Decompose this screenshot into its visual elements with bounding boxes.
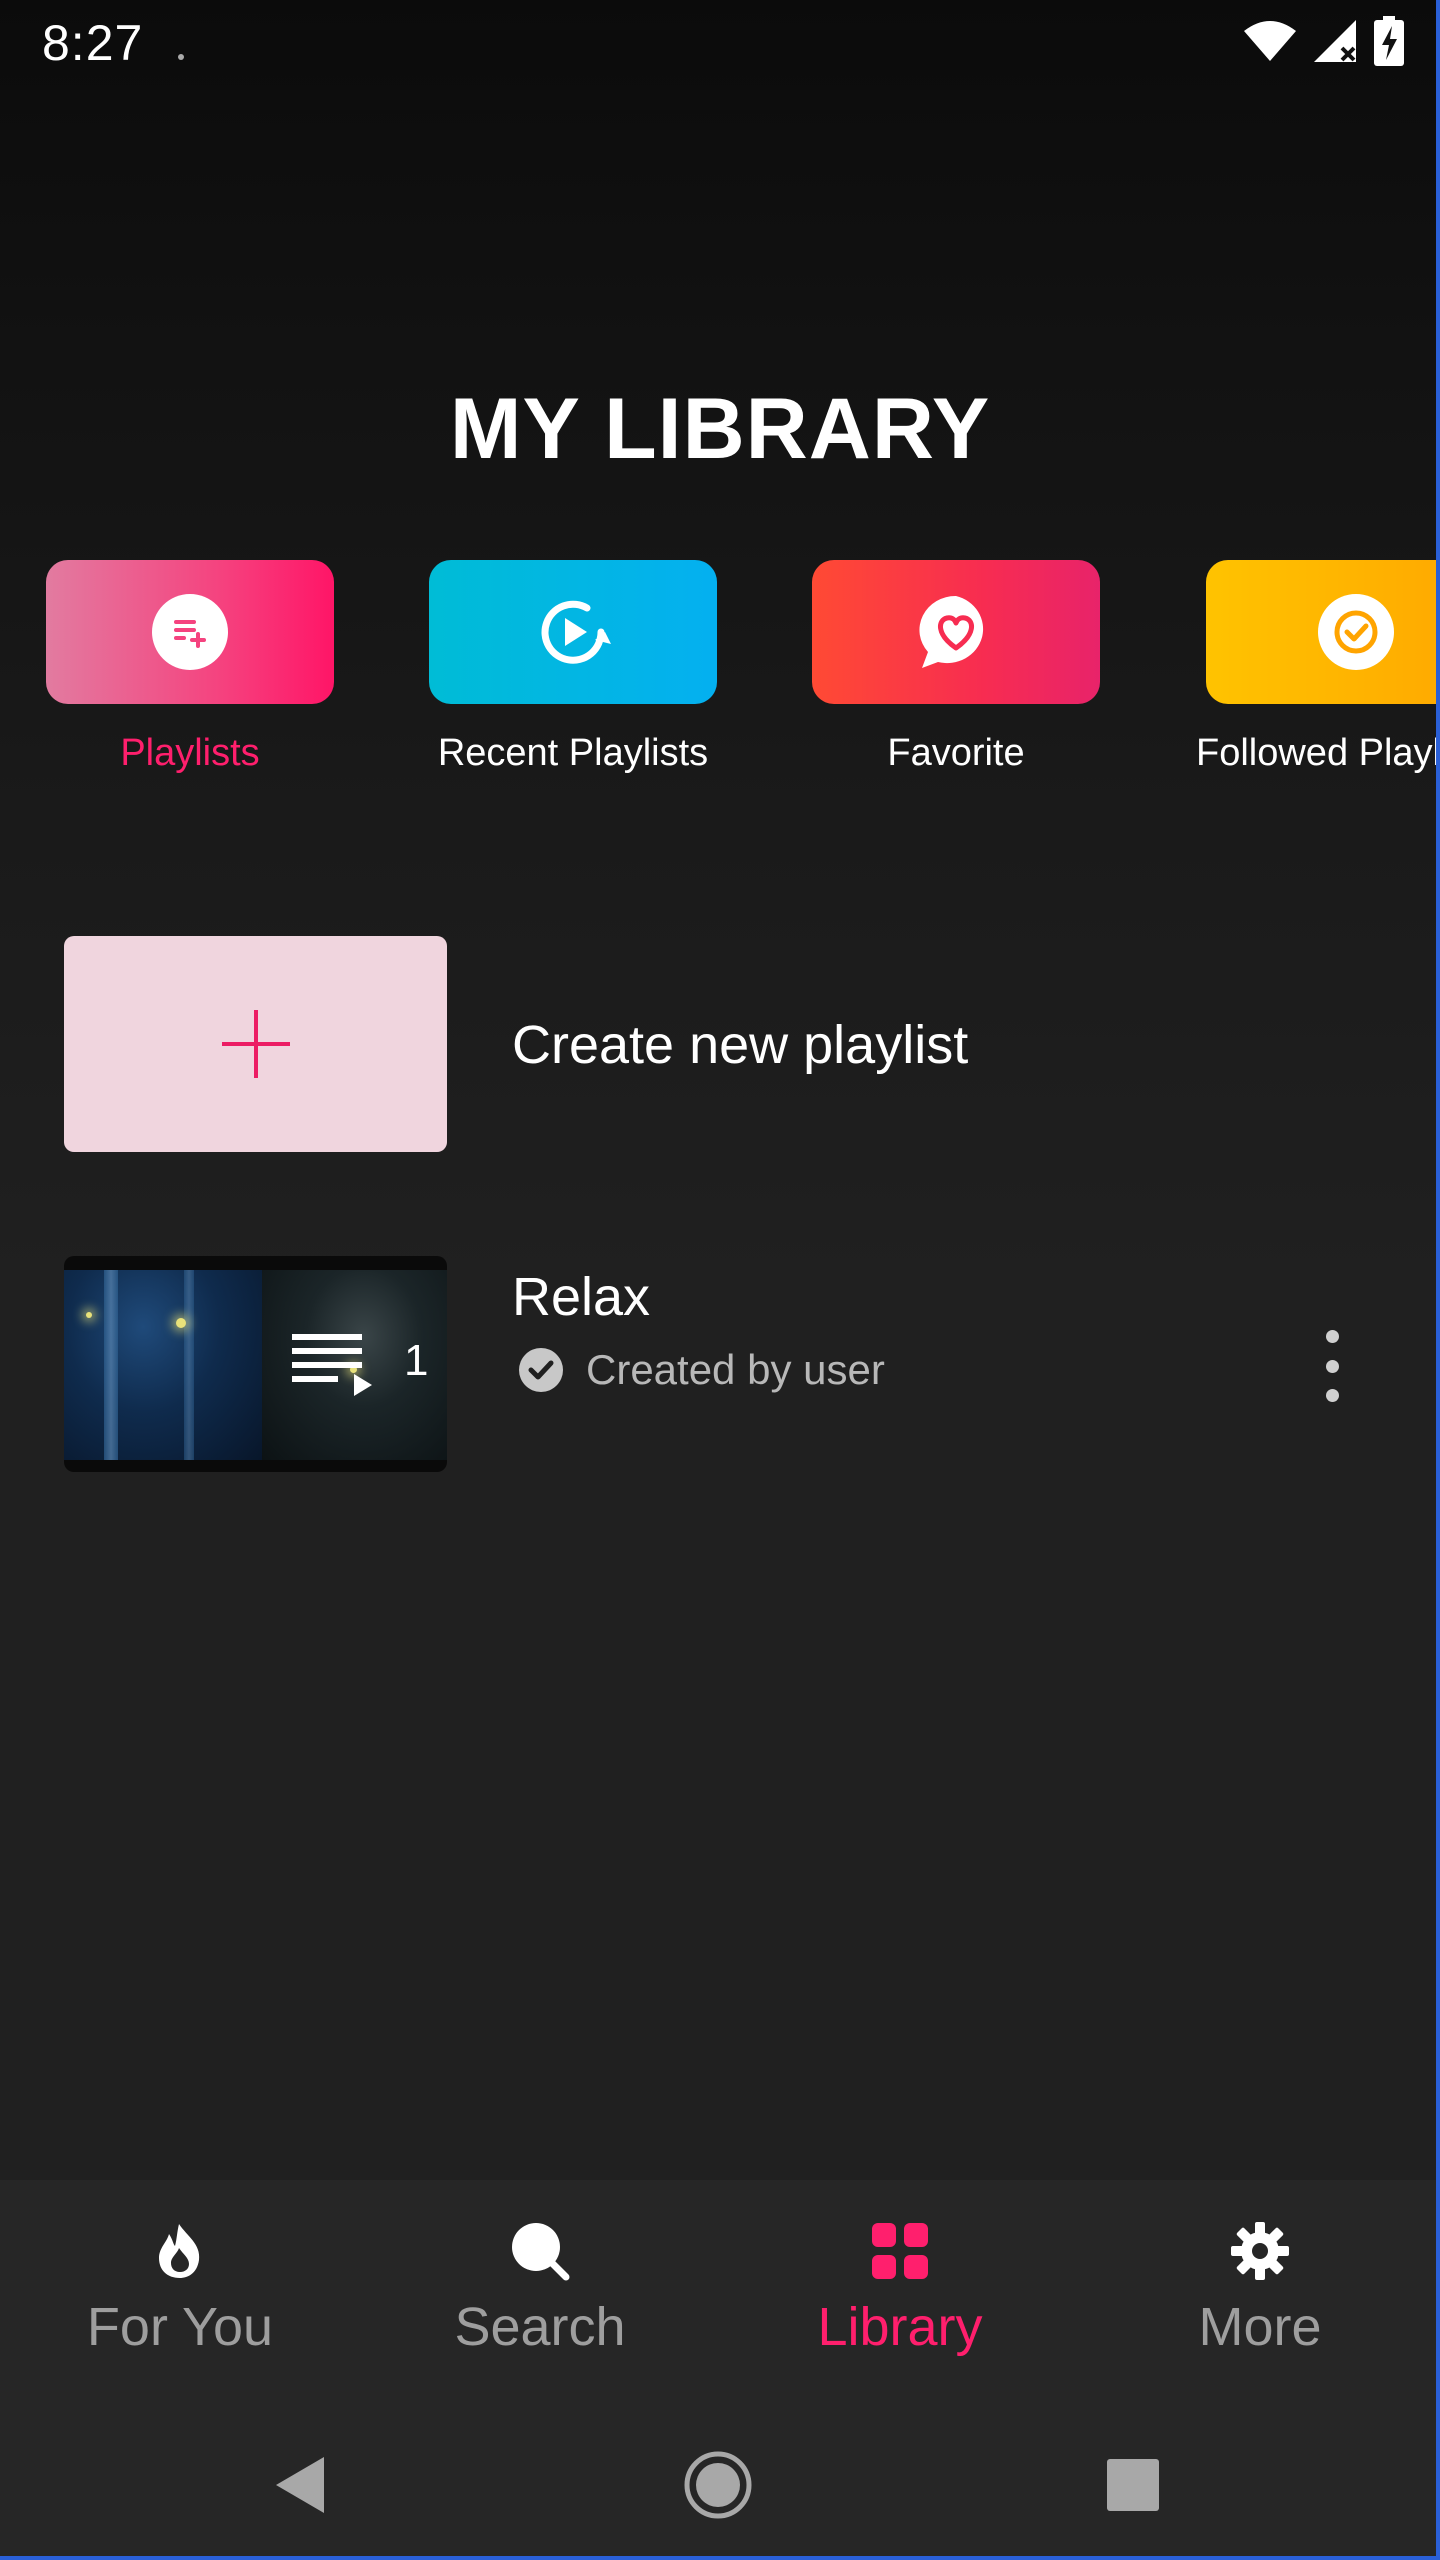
category-label: Favorite [887, 732, 1025, 774]
create-playlist-label: Create new playlist [512, 1015, 969, 1075]
category-label: Followed Playl [1196, 732, 1440, 774]
category-tile[interactable] [812, 560, 1100, 704]
heart-chat-icon [919, 595, 984, 668]
playlist-creator: Created by user [586, 1346, 885, 1393]
category-label: Recent Playlists [437, 732, 709, 774]
system-home-button[interactable] [673, 2440, 763, 2530]
recent-play-icon [541, 600, 611, 664]
create-playlist-thumb[interactable] [64, 936, 447, 1152]
category-playlists[interactable]: Playlists [0, 560, 380, 790]
category-followed-playlists[interactable]: Followed Playl [1160, 560, 1440, 790]
library-categories: Playlists Recent Playlists Favorite Foll… [0, 560, 1440, 790]
library-screen: 8:27 MY LIBRARY Playlists Recent Playlis… [0, 0, 1440, 2560]
playlist-queue-icon [292, 1334, 372, 1396]
nav-for-you[interactable]: For You [0, 2218, 360, 2388]
playlist-add-icon [174, 620, 206, 648]
home-icon [684, 2451, 752, 2519]
playlist-item[interactable]: 1 Relax Created by user [0, 1256, 1440, 1476]
playlist-title: Relax [512, 1267, 651, 1327]
bottom-nav: For You Search Library More [0, 2180, 1440, 2410]
playlist-count: 1 [404, 1336, 429, 1385]
category-recent-playlists[interactable]: Recent Playlists [383, 560, 763, 790]
wifi-icon [1244, 21, 1296, 61]
nav-label: More [1198, 2297, 1322, 2357]
category-favorite[interactable]: Favorite [766, 560, 1146, 790]
system-recents-button[interactable] [1088, 2440, 1178, 2530]
category-tile[interactable] [46, 560, 334, 704]
page-title: MY LIBRARY [449, 381, 991, 477]
recents-icon [1107, 2459, 1159, 2511]
nav-label: Search [454, 2297, 626, 2357]
grid-icon [872, 2223, 928, 2279]
nav-more[interactable]: More [1080, 2218, 1440, 2388]
plus-icon [221, 1010, 290, 1078]
nav-label: For You [86, 2297, 274, 2357]
system-back-button[interactable] [255, 2440, 345, 2530]
more-options-button[interactable] [1312, 1326, 1352, 1406]
back-icon [276, 2457, 324, 2513]
flame-icon [159, 2224, 200, 2278]
playlist-subtitle: Created by user [518, 1346, 885, 1394]
category-tile[interactable] [1206, 560, 1440, 704]
status-icons [1242, 16, 1404, 66]
signal-icon [1314, 20, 1356, 62]
battery-charging-icon [1374, 16, 1404, 66]
nav-label: Library [817, 2297, 983, 2357]
status-bar: 8:27 [0, 0, 1440, 84]
category-tile[interactable] [429, 560, 717, 704]
check-circle-icon [1334, 610, 1378, 654]
window-edge [1436, 0, 1440, 2560]
playlist-thumbnail: 1 [64, 1256, 447, 1472]
status-time: 8:27 [42, 15, 144, 71]
gear-icon [1231, 2222, 1289, 2280]
nav-library[interactable]: Library [720, 2218, 1080, 2388]
search-icon [512, 2223, 570, 2281]
check-circle-icon [519, 1348, 563, 1392]
nav-search[interactable]: Search [360, 2218, 720, 2388]
create-playlist-row[interactable]: Create new playlist [0, 936, 1440, 1156]
notification-dot [178, 54, 184, 60]
category-label: Playlists [120, 732, 260, 774]
system-nav-bar [0, 2410, 1440, 2560]
window-edge [0, 2556, 1440, 2560]
